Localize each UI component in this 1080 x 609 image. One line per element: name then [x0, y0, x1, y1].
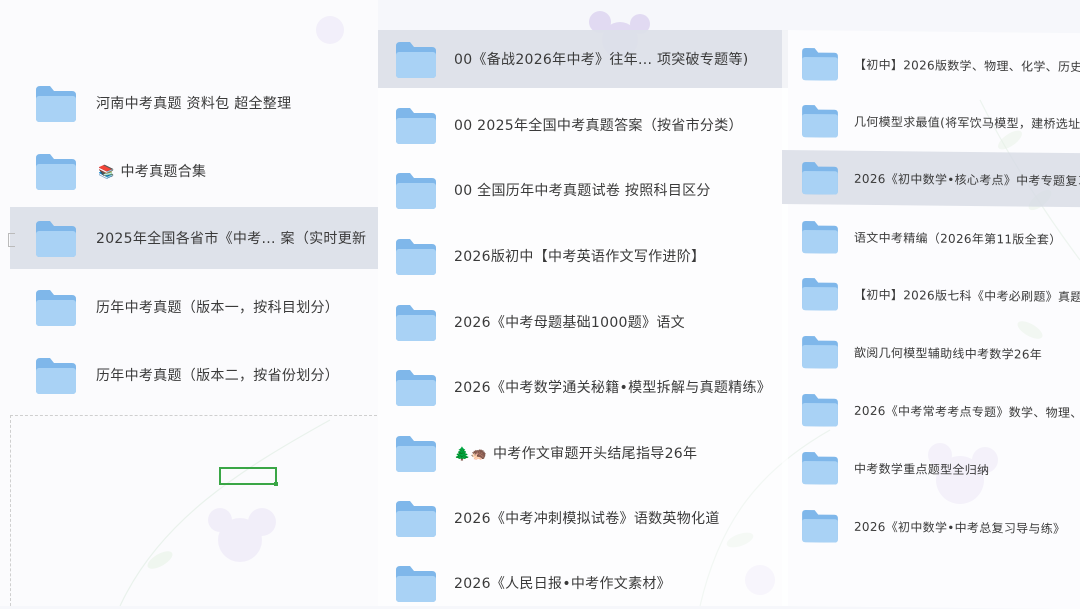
left-folder-list: 河南中考真题 资料包 超全整理 📚 中考真题合集 2025年全国各省市《中考...… — [0, 0, 378, 606]
folder-item[interactable]: 历年中考真题（版本一，按科目划分） — [36, 282, 376, 332]
folder-item-selected[interactable]: 2026《初中数学•核心考点》中考专题复习 — [782, 150, 1080, 208]
folder-icon — [36, 290, 76, 326]
folder-label: 2026《初中数学•中考总复习导与练》 — [854, 519, 1066, 536]
folder-label: 2026版初中【中考英语作文写作进阶】 — [454, 249, 706, 265]
folder-label: 2026《中考冲刺模拟试卷》语数英物化道 — [454, 511, 720, 527]
folder-icon — [802, 105, 838, 138]
middle-folder-list: 00《备战2026年中考》往年... 项突破专题等) 00 2025年全国中考真… — [378, 30, 788, 606]
folder-icon — [802, 336, 838, 369]
books-icon: 📚 — [98, 165, 115, 180]
folder-label: 中考作文审题开头结尾指导26年 — [492, 446, 698, 462]
folder-icon — [396, 239, 436, 275]
folder-label: 河南中考真题 资料包 超全整理 — [96, 96, 292, 112]
folder-icon — [802, 48, 838, 81]
folder-label: 中考真题合集 — [120, 164, 207, 180]
folder-item[interactable]: 歆阅几何模型辅助线中考数学26年 — [802, 326, 1080, 379]
folder-item-selected[interactable]: 00《备战2026年中考》往年... 项突破专题等) — [378, 30, 788, 88]
folder-icon — [802, 221, 838, 254]
folder-item[interactable]: 2026《初中数学•中考总复习导与练》 — [802, 500, 1080, 553]
folder-item[interactable]: 历年中考真题（版本二，按省份划分） — [36, 350, 376, 400]
folder-item[interactable]: 2026《中考数学通关秘籍•模型拆解与真题精练》 — [396, 362, 786, 412]
folder-icon — [802, 394, 838, 427]
folder-item[interactable]: 中考数学重点题型全归纳 — [802, 442, 1080, 495]
folder-label: 2026《中考数学通关秘籍•模型拆解与真题精练》 — [454, 380, 772, 396]
folder-label: 【初中】2026版七科《中考必刷题》真题 — [854, 287, 1080, 304]
folder-item[interactable]: 【初中】2026版七科《中考必刷题》真题 — [802, 268, 1080, 321]
folder-item[interactable]: 2026版初中【中考英语作文写作进阶】 — [396, 231, 786, 281]
folder-icon — [36, 358, 76, 394]
folder-label: 2026《中考母题基础1000题》语文 — [454, 315, 685, 331]
folder-label: 00 全国历年中考真题试卷 按照科目区分 — [454, 183, 711, 199]
folder-icon — [396, 436, 436, 472]
folder-icon — [396, 501, 436, 537]
folder-item[interactable]: 00 2025年全国中考真题答案（按省市分类） — [396, 100, 786, 150]
folder-icon — [802, 452, 838, 485]
folder-label: 【初中】2026版数学、物理、化学、历史 — [854, 57, 1080, 74]
folder-item[interactable]: 2026《中考冲刺模拟试卷》语数英物化道 — [396, 493, 786, 543]
folder-label: 历年中考真题（版本一，按科目划分） — [96, 300, 340, 316]
folder-label: 几何模型求最值(将军饮马模型，建桥选址 — [854, 114, 1080, 131]
folder-icon — [802, 162, 838, 195]
folder-icon — [36, 154, 76, 190]
folder-item-selected[interactable]: 2025年全国各省市《中考... 案（实时更新 — [10, 207, 378, 269]
tree-hedgehog-icon: 🌲🦔 — [454, 447, 487, 462]
folder-icon — [396, 108, 436, 144]
folder-item[interactable]: 2026《人民日报•中考作文素材》 — [396, 558, 786, 606]
folder-item[interactable]: 几何模型求最值(将军饮马模型，建桥选址 — [802, 95, 1080, 148]
folder-label: 2026《初中数学•核心考点》中考专题复习 — [854, 171, 1080, 188]
right-folder-list: 【初中】2026版数学、物理、化学、历史 几何模型求最值(将军饮马模型，建桥选址… — [782, 30, 1080, 609]
folder-label: 2026《中考常考考点专题》数学、物理、 — [854, 403, 1080, 420]
folder-label: 中考数学重点题型全归纳 — [854, 461, 990, 477]
folder-label: 2025年全国各省市《中考... 案（实时更新 — [96, 231, 367, 247]
spreadsheet-area — [10, 415, 377, 606]
folder-label: 00 2025年全国中考真题答案（按省市分类） — [454, 118, 743, 134]
folder-item[interactable]: 📚 中考真题合集 — [36, 146, 376, 196]
folder-icon — [802, 510, 838, 543]
folder-icon — [36, 86, 76, 122]
folder-icon — [802, 278, 838, 311]
folder-icon — [396, 173, 436, 209]
folder-item[interactable]: 河南中考真题 资料包 超全整理 — [36, 78, 376, 128]
folder-icon — [396, 305, 436, 341]
folder-item[interactable]: 2026《中考常考考点专题》数学、物理、 — [802, 384, 1080, 437]
checkbox[interactable] — [8, 233, 15, 247]
folder-label: 歆阅几何模型辅助线中考数学26年 — [854, 345, 1043, 362]
folder-item[interactable]: 语文中考精编（2026年第11版全套） — [802, 211, 1080, 264]
folder-icon — [36, 221, 76, 257]
folder-item[interactable]: 【初中】2026版数学、物理、化学、历史 — [802, 38, 1080, 91]
folder-item[interactable]: 2026《中考母题基础1000题》语文 — [396, 297, 786, 347]
folder-label: 00《备战2026年中考》往年... 项突破专题等) — [454, 52, 749, 68]
folder-icon — [396, 566, 436, 602]
selected-cell[interactable] — [219, 467, 278, 486]
folder-label: 2026《人民日报•中考作文素材》 — [454, 576, 671, 592]
folder-icon — [396, 42, 436, 78]
folder-label: 语文中考精编（2026年第11版全套） — [854, 230, 1062, 247]
folder-label: 历年中考真题（版本二，按省份划分） — [96, 368, 340, 384]
folder-item[interactable]: 🌲🦔 中考作文审题开头结尾指导26年 — [396, 428, 786, 478]
folder-item[interactable]: 00 全国历年中考真题试卷 按照科目区分 — [396, 165, 786, 215]
folder-icon — [396, 370, 436, 406]
